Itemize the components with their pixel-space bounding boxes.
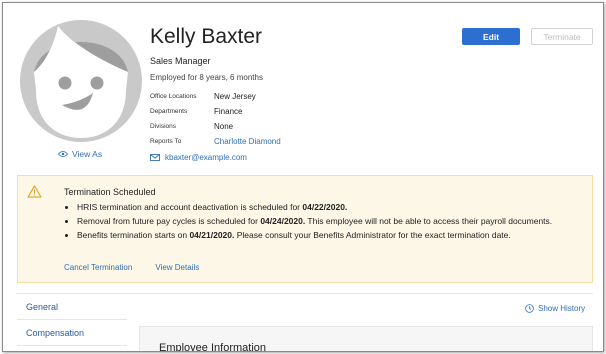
alert-item: Removal from future pay cycles is schedu…: [77, 214, 592, 228]
info-value: Finance: [214, 107, 243, 116]
info-row-office: Office Locations New Jersey: [150, 89, 281, 104]
warning-icon: [27, 185, 42, 198]
info-row-departments: Departments Finance: [150, 104, 281, 119]
tenure-text: Employed for 8 years, 6 months: [150, 73, 263, 82]
info-label: Reports To: [150, 138, 182, 145]
alert-item: Benefits termination starts on 04/21/202…: [77, 228, 592, 242]
edit-button[interactable]: Edit: [462, 28, 520, 45]
nav-item-compensation[interactable]: Compensation: [17, 320, 127, 346]
termination-alert: Termination Scheduled HRIS termination a…: [17, 175, 593, 283]
alert-item: HRIS termination and account deactivatio…: [77, 200, 592, 214]
info-row-reports-to: Reports To Charlotte Diamond: [150, 134, 281, 149]
info-label: Departments: [150, 108, 188, 115]
view-as-label: View As: [72, 149, 103, 159]
info-row-divisions: Divisions None: [150, 119, 281, 134]
info-value: None: [214, 122, 234, 131]
panel-title: Employee Information: [159, 342, 266, 352]
employee-name: Kelly Baxter: [150, 25, 263, 48]
email-text: kbaxter@example.com: [165, 153, 247, 162]
info-label: Office Locations: [150, 93, 197, 100]
info-label: Divisions: [150, 123, 177, 130]
envelope-icon: [150, 154, 160, 161]
clock-icon: [525, 304, 534, 313]
info-value: New Jersey: [214, 92, 256, 101]
cancel-termination-link[interactable]: Cancel Termination: [64, 263, 132, 272]
view-details-link[interactable]: View Details: [155, 263, 199, 272]
employee-info-list: Office Locations New Jersey Departments …: [150, 89, 281, 149]
view-as-link[interactable]: View As: [58, 149, 102, 159]
show-history-link[interactable]: Show History: [525, 304, 585, 313]
email-link[interactable]: kbaxter@example.com: [150, 153, 247, 162]
terminate-button[interactable]: Terminate: [531, 28, 593, 45]
alert-actions: Cancel Termination View Details: [64, 263, 199, 272]
job-title: Sales Manager: [150, 56, 211, 66]
eye-icon: [58, 151, 68, 157]
nav-item-general[interactable]: General: [17, 294, 127, 320]
employee-profile-window: View As Kelly Baxter Sales Manager Emplo…: [2, 2, 604, 352]
avatar: [20, 20, 142, 142]
alert-heading: Termination Scheduled: [64, 187, 156, 197]
employee-information-panel: Employee Information: [139, 326, 593, 352]
show-history-label: Show History: [538, 304, 586, 313]
side-nav: General Compensation: [17, 294, 127, 346]
manager-link[interactable]: Charlotte Diamond: [214, 137, 281, 146]
alert-list: HRIS termination and account deactivatio…: [64, 200, 592, 243]
